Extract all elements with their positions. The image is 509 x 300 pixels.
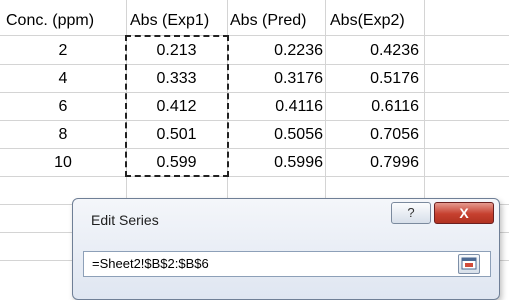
edit-series-dialog[interactable]: Edit Series ? X =Sheet2!$B$2:$B$6 [72,198,500,300]
cell-abs-pred[interactable]: 0.4116 [227,93,323,121]
series-values-input[interactable]: =Sheet2!$B$2:$B$6 [83,251,491,277]
copy-selection-marquee [125,35,229,177]
cell-abs-pred[interactable]: 0.5056 [227,121,323,149]
close-button[interactable]: X [434,202,494,224]
cell-abs-pred[interactable]: 0.2236 [227,37,323,65]
cell-abs-pred[interactable]: 0.5996 [227,149,323,177]
cell-abs-exp2[interactable]: 0.7056 [325,121,419,149]
dialog-title: Edit Series [91,212,159,228]
cell-abs-pred[interactable]: 0.3176 [227,65,323,93]
cell-abs-exp2[interactable]: 0.6116 [325,93,419,121]
cell-abs-exp2[interactable]: 0.5176 [325,65,419,93]
cell-conc[interactable]: 2 [0,37,126,65]
cell-conc[interactable]: 10 [0,149,126,177]
header-conc[interactable]: Conc. (ppm) [6,7,124,35]
cell-abs-exp2[interactable]: 0.4236 [325,37,419,65]
header-abs-pred[interactable]: Abs (Pred) [230,7,324,35]
cell-conc[interactable]: 6 [0,93,126,121]
collapse-dialog-icon[interactable] [458,254,480,274]
header-abs-exp1[interactable]: Abs (Exp1) [130,7,226,35]
cell-conc[interactable]: 4 [0,65,126,93]
help-button[interactable]: ? [391,202,431,224]
cell-conc[interactable]: 8 [0,121,126,149]
header-abs-exp2[interactable]: Abs(Exp2) [330,7,424,35]
collapse-dialog-icon-graphic [461,257,477,270]
grid-line [0,35,509,36]
cell-abs-exp2[interactable]: 0.7996 [325,149,419,177]
